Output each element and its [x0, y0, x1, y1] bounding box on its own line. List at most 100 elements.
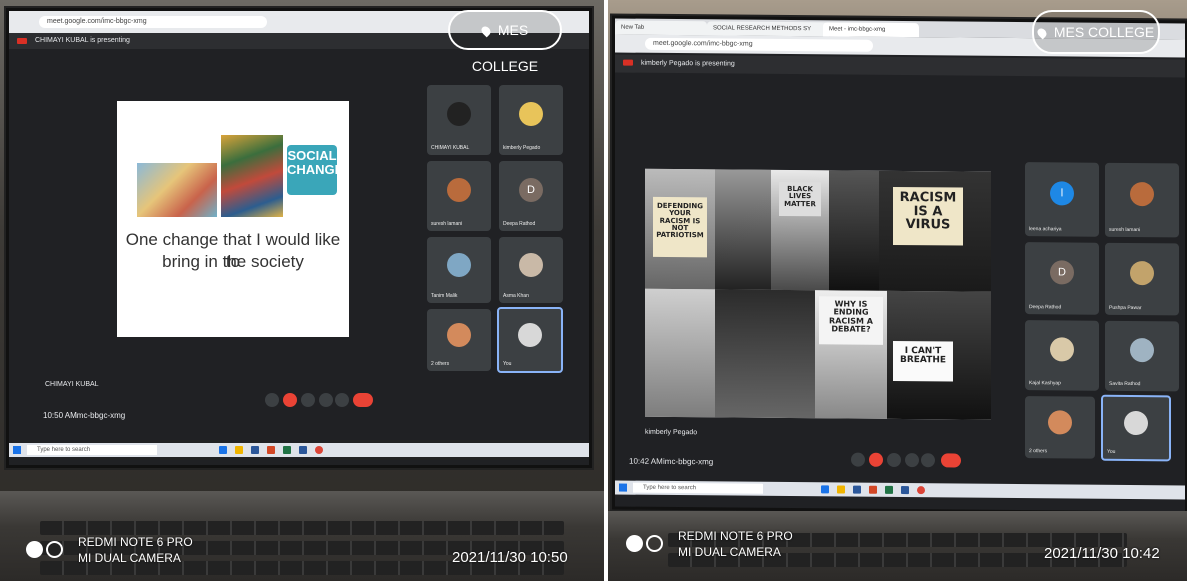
camera-label: MI DUAL CAMERA — [678, 545, 781, 559]
meeting-time: 10:50 AM — [43, 411, 77, 420]
participant-tile[interactable]: suresh lamani — [427, 161, 491, 231]
browser-tab[interactable]: SOCIAL RESEARCH METHODS SY — [707, 21, 829, 37]
sign-black-matter: BLACK LIVES MATTER — [779, 181, 821, 217]
sign-patriotism: DEFENDING YOUR RACISM IS NOT PATRIOTISM — [653, 196, 707, 258]
participant-tile[interactable]: kimberly Pegado — [499, 85, 563, 155]
meeting-code: imc-bbgc-xmg — [663, 456, 714, 467]
taskbar-search[interactable]: Type here to search — [633, 482, 763, 494]
participant-name: 2 others — [431, 361, 450, 367]
folder-icon[interactable] — [235, 446, 243, 454]
photo-timestamp: 2021/11/30 10:42 — [1044, 545, 1160, 562]
participant-tile[interactable]: suresh lamani — [1105, 162, 1179, 238]
participant-tile[interactable]: Tanim Malik — [427, 237, 491, 303]
store-icon[interactable] — [251, 446, 259, 454]
captions-button[interactable] — [887, 452, 901, 468]
participant-tile[interactable]: Kajal Kashyap — [1025, 320, 1099, 391]
chrome-icon[interactable] — [917, 486, 925, 495]
avatar: D — [519, 178, 543, 203]
avatar — [1050, 337, 1074, 362]
presenter-label: CHIMAYI KUBAL — [45, 381, 99, 388]
avatar: D — [1050, 260, 1074, 285]
participant-tile[interactable]: D Deepa Rathod — [1025, 242, 1099, 315]
participant-name: You — [503, 361, 512, 367]
address-bar[interactable]: meet.google.com/imc-bbgc-xmg — [39, 16, 267, 28]
edge-icon[interactable] — [219, 446, 227, 454]
powerpoint-icon[interactable] — [267, 446, 275, 454]
chrome-icon[interactable] — [315, 446, 323, 454]
edge-icon[interactable] — [821, 485, 829, 494]
camera-off-button[interactable] — [283, 393, 297, 407]
phone-model: REDMI NOTE 6 PRO — [678, 529, 793, 543]
present-button[interactable] — [905, 453, 919, 468]
avatar — [447, 252, 471, 277]
participant-tile[interactable]: 2 others — [427, 309, 491, 371]
browser-tab-active[interactable]: Meet - imc-bbgc-xmg — [823, 22, 919, 38]
participant-name: leena achariya — [1029, 226, 1062, 233]
camera-watermark: REDMI NOTE 6 PRO MI DUAL CAMERA — [26, 533, 206, 567]
participant-name: suresh lamani — [431, 221, 463, 227]
windows-taskbar: Type here to search — [9, 443, 589, 457]
participant-name: kimberly Pegado — [503, 145, 541, 151]
right-photo: New Tab SOCIAL RESEARCH METHODS SY Meet … — [608, 0, 1187, 581]
camera-off-button[interactable] — [869, 452, 883, 467]
present-button[interactable] — [319, 393, 333, 407]
slide-collage-people — [221, 135, 283, 217]
participant-name: CHIMAYI KUBAL — [431, 145, 470, 151]
avatar — [519, 102, 543, 127]
sign-racism-virus: RACISM IS A VIRUS — [893, 186, 963, 246]
presented-slide: SOCIAL CHANGE One change that I would li… — [117, 101, 349, 337]
location-text: MES COLLEGE — [1053, 24, 1155, 40]
browser-tab[interactable]: New Tab — [615, 20, 707, 36]
meeting-time: 10:42 AM — [629, 456, 663, 466]
laptop-screen: New Tab SOCIAL RESEARCH METHODS SY Meet … — [612, 15, 1187, 515]
presenting-icon — [623, 59, 633, 66]
location-badge: MES COLLEGE — [1032, 10, 1160, 54]
presenting-bar: kimberly Pegado is presenting — [615, 54, 1185, 78]
participant-tile[interactable]: Asma Khan — [499, 237, 563, 303]
participant-name: Deepa Rathod — [1029, 304, 1062, 311]
windows-taskbar: Type here to search — [615, 480, 1185, 500]
watermark-ring-icon — [646, 535, 663, 552]
watermark-dot-icon — [26, 541, 43, 558]
avatar — [518, 323, 542, 348]
participant-name: Asma Khan — [503, 293, 529, 299]
more-options-button[interactable] — [335, 393, 349, 407]
powerpoint-icon[interactable] — [869, 485, 877, 494]
excel-icon[interactable] — [283, 446, 291, 454]
address-bar[interactable]: meet.google.com/imc-bbgc-xmg — [645, 37, 873, 52]
participant-name: Tanim Malik — [431, 293, 458, 299]
location-badge: MES COLLEGE — [448, 10, 562, 74]
excel-icon[interactable] — [885, 485, 893, 494]
taskbar-search[interactable]: Type here to search — [27, 445, 157, 455]
more-options-button[interactable] — [921, 453, 935, 468]
participant-tile[interactable]: Savita Rathod — [1105, 320, 1179, 392]
windows-start-icon[interactable] — [619, 483, 627, 492]
presenting-label: CHIMAYI KUBAL is presenting — [35, 37, 130, 44]
meeting-code: imc-bbgc-xmg — [75, 411, 126, 420]
left-photo: meet.google.com/imc-bbgc-xmg CHIMAYI KUB… — [0, 0, 604, 581]
participant-name: Savita Rathod — [1109, 380, 1141, 388]
mic-button[interactable] — [851, 452, 865, 467]
windows-start-icon[interactable] — [13, 446, 21, 454]
collage-photo — [829, 170, 879, 291]
presenter-label: kimberly Pegado — [645, 428, 698, 437]
meet-bottom-bar: kimberly Pegado 10:42 AM imc-bbgc-xmg — [615, 425, 1185, 478]
word-icon[interactable] — [299, 446, 307, 454]
folder-icon[interactable] — [837, 485, 845, 494]
presenting-icon — [17, 38, 27, 44]
participant-tile[interactable]: Pushpa Pawar — [1105, 242, 1179, 316]
end-call-button[interactable] — [941, 453, 961, 468]
participant-tile-you[interactable]: You — [497, 307, 563, 373]
participant-tile[interactable]: l leena achariya — [1025, 162, 1099, 237]
participant-tile[interactable]: CHIMAYI KUBAL — [427, 85, 491, 155]
participant-tile[interactable]: D Deepa Rathod — [499, 161, 563, 231]
avatar — [1130, 261, 1154, 286]
captions-button[interactable] — [301, 393, 315, 407]
collage-photo — [645, 288, 715, 418]
mic-button[interactable] — [265, 393, 279, 407]
end-call-button[interactable] — [353, 393, 373, 407]
camera-watermark: REDMI NOTE 6 PRO MI DUAL CAMERA — [626, 527, 806, 561]
word-icon[interactable] — [901, 486, 909, 495]
store-icon[interactable] — [853, 485, 861, 494]
photo-timestamp: 2021/11/30 10:50 — [452, 549, 568, 566]
